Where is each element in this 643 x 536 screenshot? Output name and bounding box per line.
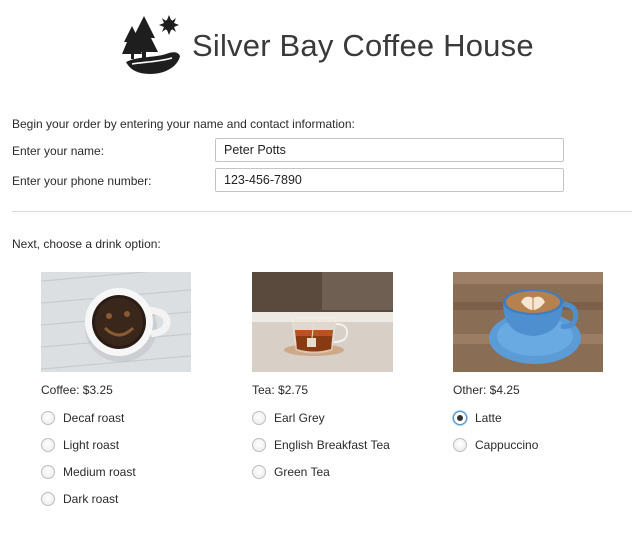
coffee-price-label: Coffee: $3.25 <box>41 383 113 397</box>
tea-option-english-breakfast[interactable]: English Breakfast Tea <box>252 436 390 454</box>
option-label: Dark roast <box>63 492 119 506</box>
other-price-label: Other: $4.25 <box>453 383 520 397</box>
coffee-option-light-roast[interactable]: Light roast <box>41 436 119 454</box>
coffee-photo <box>41 272 191 372</box>
radio-button[interactable] <box>41 438 55 452</box>
drink-prompt: Next, choose a drink option: <box>12 237 161 251</box>
coffee-option-dark-roast[interactable]: Dark roast <box>41 490 118 508</box>
option-label: Earl Grey <box>274 411 325 425</box>
brand-title: Silver Bay Coffee House <box>192 28 534 63</box>
other-option-latte[interactable]: Latte <box>453 409 502 427</box>
name-input[interactable] <box>215 138 564 162</box>
other-option-cappuccino[interactable]: Cappuccino <box>453 436 538 454</box>
option-label: English Breakfast Tea <box>274 438 390 452</box>
tea-option-earl-grey[interactable]: Earl Grey <box>252 409 325 427</box>
coffee-option-decaf-roast[interactable]: Decaf roast <box>41 409 124 427</box>
header: Silver Bay Coffee House <box>120 12 540 82</box>
option-label: Cappuccino <box>475 438 539 452</box>
radio-button[interactable] <box>252 465 266 479</box>
tea-option-green-tea[interactable]: Green Tea <box>252 463 330 481</box>
radio-button-selected[interactable] <box>453 411 467 425</box>
radio-button[interactable] <box>41 465 55 479</box>
option-label: Light roast <box>63 438 120 452</box>
option-label: Decaf roast <box>63 411 125 425</box>
tea-price-label: Tea: $2.75 <box>252 383 309 397</box>
phone-input[interactable] <box>215 168 564 192</box>
tea-photo <box>252 272 393 372</box>
radio-button[interactable] <box>41 492 55 506</box>
radio-button[interactable] <box>453 438 467 452</box>
name-label: Enter your name: <box>12 144 105 158</box>
latte-photo <box>453 272 603 372</box>
option-label: Green Tea <box>274 465 330 479</box>
coffee-option-medium-roast[interactable]: Medium roast <box>41 463 136 481</box>
phone-label: Enter your phone number: <box>12 174 152 188</box>
trees-sun-logo-icon <box>120 12 186 78</box>
option-label: Medium roast <box>63 465 136 479</box>
radio-button[interactable] <box>41 411 55 425</box>
radio-button[interactable] <box>252 411 266 425</box>
option-label: Latte <box>475 411 502 425</box>
contact-intro: Begin your order by entering your name a… <box>12 117 355 131</box>
radio-button[interactable] <box>252 438 266 452</box>
section-divider <box>12 211 632 212</box>
